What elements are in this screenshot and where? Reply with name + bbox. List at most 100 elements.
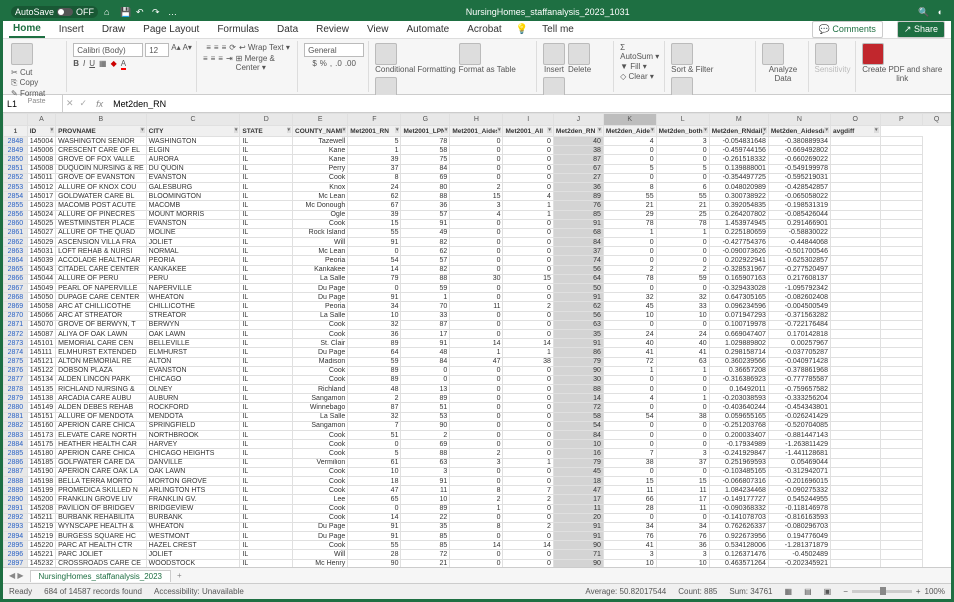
cell[interactable]: La Salle [293,274,348,283]
cell[interactable]: Ogle [293,210,348,219]
cell[interactable]: 145180 [27,449,55,458]
cell[interactable]: 61 [348,458,401,467]
cell[interactable]: 3 [450,458,503,467]
filter-cell[interactable]: ID [27,126,55,137]
cell[interactable]: 0 [503,532,553,541]
cell[interactable]: -1.263811429 [768,440,830,449]
cell[interactable]: 6 [656,182,709,191]
cell[interactable]: MORTON GROVE [146,476,240,485]
row-header[interactable]: 2855 [4,201,28,210]
cell[interactable]: IL [240,256,293,265]
cell[interactable]: JOLIET [146,550,240,559]
view-break-icon[interactable]: ▣ [824,587,832,596]
cell[interactable]: -0.17934989 [709,440,768,449]
cell[interactable]: Cook [293,219,348,228]
cell[interactable]: 76 [603,532,656,541]
cell[interactable]: 47 [450,357,503,366]
cell[interactable]: PERU [146,274,240,283]
cell[interactable]: 56 [553,265,603,274]
cell[interactable]: 34 [603,522,656,531]
cell[interactable]: IL [240,164,293,173]
copy-button[interactable]: ⎘ Copy [11,78,45,88]
cell[interactable]: -1.281371879 [768,541,830,550]
cell[interactable]: 72 [603,357,656,366]
cell[interactable]: 36 [553,182,603,191]
cell[interactable]: 145232 [27,559,55,567]
cell[interactable] [830,201,880,210]
cell[interactable]: 10 [656,311,709,320]
cell[interactable]: 0 [656,421,709,430]
cell[interactable]: 0 [656,385,709,394]
sheet-tab[interactable]: NursingHomes_staffanalysis_2023 [30,570,171,582]
cell[interactable]: -0.080296703 [768,522,830,531]
cell[interactable]: 2 [450,495,503,504]
cell[interactable]: 0 [450,550,503,559]
cell[interactable]: 91 [553,219,603,228]
filter-cell[interactable]: Met2den_RN [553,126,603,137]
cell[interactable]: 145044 [27,274,55,283]
cell[interactable]: IL [240,201,293,210]
cell[interactable]: 0 [603,421,656,430]
cell[interactable]: -0.722176484 [768,320,830,329]
cell[interactable]: IL [240,137,293,146]
cell[interactable]: 90 [553,559,603,567]
cell[interactable]: 0.669047407 [709,329,768,338]
cell[interactable] [830,284,880,293]
cell[interactable]: 0 [503,504,553,513]
cell[interactable]: 0 [656,403,709,412]
cell[interactable]: Peoria [293,302,348,311]
cell[interactable]: 84 [401,164,450,173]
cell[interactable]: 67 [348,201,401,210]
cell[interactable]: 0.264207802 [709,210,768,219]
cell[interactable]: 17 [401,329,450,338]
cell[interactable]: -0.4502489 [768,550,830,559]
cell[interactable]: 1.029889802 [709,339,768,348]
cell[interactable]: 0 [503,320,553,329]
cell[interactable]: HAZEL CREST [146,541,240,550]
cell[interactable] [830,504,880,513]
cell[interactable]: 91 [553,293,603,302]
col-header[interactable]: M [709,114,768,126]
cell[interactable]: 54 [553,421,603,430]
cell[interactable]: 145031 [27,247,55,256]
row-header[interactable]: 2861 [4,228,28,237]
cell[interactable]: 1 [503,210,553,219]
insert-cells[interactable]: Insert [543,43,565,74]
cell[interactable]: -0.004500549 [768,302,830,311]
cell[interactable]: 0.165907163 [709,274,768,283]
cell[interactable]: -0.277520497 [768,265,830,274]
cell[interactable]: IL [240,173,293,182]
col-header[interactable]: K [603,114,656,126]
tab-acrobat[interactable]: Acrobat [463,22,505,37]
cell[interactable]: 11 [401,486,450,495]
filter-cell[interactable]: CITY [146,126,240,137]
cell[interactable]: AUBURN [146,394,240,403]
cell[interactable]: Kane [293,155,348,164]
cell[interactable]: -0.427754376 [709,238,768,247]
cell[interactable]: 28 [603,504,656,513]
cell[interactable]: -0.380889934 [768,137,830,146]
cell[interactable]: 0.126371476 [709,550,768,559]
row-header[interactable]: 2892 [4,513,28,522]
cell[interactable]: 5 [348,137,401,146]
cell[interactable]: 0 [503,385,553,394]
cell[interactable]: 145134 [27,375,55,384]
cell[interactable]: ELEVATE CARE NORTH [56,431,147,440]
cell[interactable]: 0.762626337 [709,522,768,531]
cell[interactable]: Mc Lean [293,247,348,256]
cell[interactable]: -0.261518332 [709,155,768,164]
cell[interactable]: 17 [656,495,709,504]
cell[interactable]: 1 [503,348,553,357]
cell[interactable]: 10 [348,311,401,320]
cell[interactable]: 3 [603,550,656,559]
cell[interactable]: 1 [656,366,709,375]
cell[interactable]: 63 [401,458,450,467]
cell[interactable]: MACOMB POST ACUTE [56,201,147,210]
cell[interactable]: 0 [656,467,709,476]
cell[interactable]: OLNEY [146,385,240,394]
cell[interactable]: 0 [503,403,553,412]
cell[interactable]: 0.071947293 [709,311,768,320]
cell[interactable]: -0.329433028 [709,284,768,293]
cell[interactable]: -0.44844068 [768,238,830,247]
cell[interactable]: MOLINE [146,228,240,237]
